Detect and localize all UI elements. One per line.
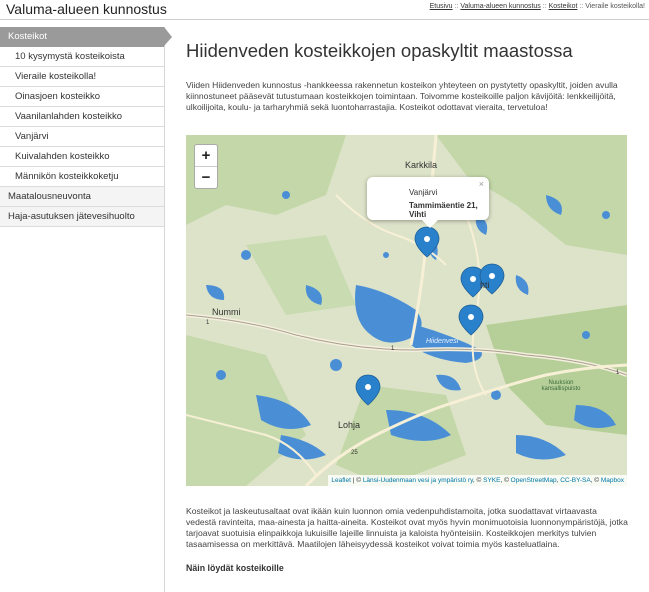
popup-address: Tammimäentie 21, Vihti bbox=[409, 201, 478, 219]
breadcrumb-valuma-link[interactable]: Valuma-alueen kunnostus bbox=[460, 3, 540, 10]
road-number-25: 25 bbox=[351, 450, 358, 456]
place-nuuksio: Nuuksion kansallispuisto bbox=[541, 380, 581, 392]
breadcrumb-current: Vieraile kosteikolla! bbox=[585, 3, 645, 10]
attribution-separator: , © bbox=[590, 477, 601, 484]
sidebar-item-kosteikot[interactable]: Kosteikot bbox=[0, 27, 172, 47]
road-number-1: 1 bbox=[206, 320, 210, 326]
attribution-license-link[interactable]: CC-BY-SA bbox=[560, 477, 590, 484]
place-karkkila: Karkkila bbox=[405, 160, 438, 170]
intro-paragraph: Viiden Hiidenveden kunnostus -hankkeessa… bbox=[186, 80, 618, 112]
sidebar-item-maatalousneuvonta[interactable]: Maatalousneuvonta bbox=[0, 187, 164, 207]
map-popup: Vanjärvi Tammimäentie 21, Vihti × bbox=[367, 177, 489, 228]
place-nummi: Nummi bbox=[212, 307, 241, 317]
popup-title: Vanjärvi bbox=[409, 188, 438, 197]
breadcrumb: Etusivu :: Valuma-alueen kunnostus :: Ko… bbox=[430, 3, 645, 10]
place-hiidenvesi: Hiidenvesi bbox=[426, 338, 459, 345]
attribution-separator: , © bbox=[472, 477, 484, 484]
sidebar-nav: Kosteikot 10 kysymystä kosteikoista Vier… bbox=[0, 27, 172, 592]
attribution-separator: , © bbox=[500, 477, 511, 484]
zoom-out-button[interactable]: − bbox=[195, 167, 217, 188]
page-title: Hiidenveden kosteikkojen opaskyltit maas… bbox=[186, 40, 573, 61]
sidebar-item-vieraile[interactable]: Vieraile kosteikolla! bbox=[0, 67, 164, 87]
main-content: Hiidenveden kosteikkojen opaskyltit maas… bbox=[186, 40, 628, 113]
site-title: Valuma-alueen kunnostus bbox=[6, 1, 167, 17]
popup-close-button[interactable]: × bbox=[479, 179, 484, 189]
sidebar-item-jatevesihuolto[interactable]: Haja-asutuksen jätevesihuolto bbox=[0, 207, 164, 227]
section-heading: Näin löydät kosteikoille bbox=[186, 563, 284, 573]
map-attribution: Leaflet | © Länsi-Uudenmaan vesi ja ympä… bbox=[328, 475, 627, 486]
attribution-mapbox-link[interactable]: Mapbox bbox=[601, 477, 624, 484]
body-section: Kosteikot ja laskeutusaltaat ovat ikään … bbox=[186, 506, 628, 573]
sidebar-item-oinasjoki[interactable]: Oinasjoen kosteikko bbox=[0, 87, 164, 107]
place-vihti: hti bbox=[480, 280, 490, 290]
road-number-1: 1 bbox=[616, 370, 620, 376]
attribution-osm-link[interactable]: OpenStreetMap bbox=[511, 477, 557, 484]
map-widget[interactable]: + − Karkkila Nummi Lohja hti Hiidenvesi … bbox=[186, 135, 627, 486]
road-number-1: 1 bbox=[391, 346, 395, 352]
map-zoom-control: + − bbox=[194, 144, 218, 189]
breadcrumb-home-link[interactable]: Etusivu bbox=[430, 3, 453, 10]
place-lohja: Lohja bbox=[338, 420, 361, 430]
sidebar-item-kuivalahti[interactable]: Kuivalahden kosteikko bbox=[0, 147, 164, 167]
zoom-in-button[interactable]: + bbox=[195, 145, 217, 167]
sidebar-item-vanjarvi[interactable]: Vanjärvi bbox=[0, 127, 164, 147]
header-bar: Valuma-alueen kunnostus Etusivu :: Valum… bbox=[0, 0, 649, 20]
breadcrumb-separator: :: bbox=[542, 3, 547, 10]
sidebar-item-mannikko[interactable]: Männikön kosteikkoketju bbox=[0, 167, 164, 187]
attribution-owner-link[interactable]: Länsi-Uudenmaan vesi ja ympäristö ry bbox=[363, 477, 473, 484]
attribution-syke-link[interactable]: SYKE bbox=[483, 477, 500, 484]
breadcrumb-separator: :: bbox=[579, 3, 584, 10]
body-paragraph: Kosteikot ja laskeutusaltaat ovat ikään … bbox=[186, 506, 628, 549]
breadcrumb-separator: :: bbox=[454, 3, 459, 10]
attribution-separator: | © bbox=[350, 477, 363, 484]
attribution-leaflet-link[interactable]: Leaflet bbox=[331, 477, 351, 484]
sidebar-item-10-kysymysta[interactable]: 10 kysymystä kosteikoista bbox=[0, 47, 164, 67]
sidebar-item-vaanilanlahti[interactable]: Vaanilanlahden kosteikko bbox=[0, 107, 164, 127]
breadcrumb-kosteikot-link[interactable]: Kosteikot bbox=[549, 3, 578, 10]
